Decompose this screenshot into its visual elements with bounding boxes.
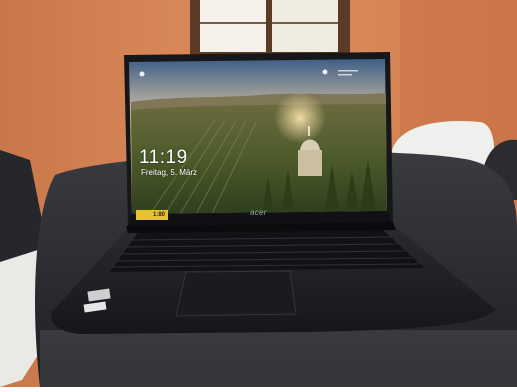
laptop-brand-logo: acer xyxy=(250,208,267,217)
photo-scene xyxy=(0,0,517,387)
lockscreen-time: 11:19 xyxy=(139,147,188,168)
lockscreen-date: Freitag, 5. März xyxy=(141,168,198,177)
laptop-sticker: 1:80 xyxy=(136,210,168,220)
laptop-photo xyxy=(0,0,517,387)
